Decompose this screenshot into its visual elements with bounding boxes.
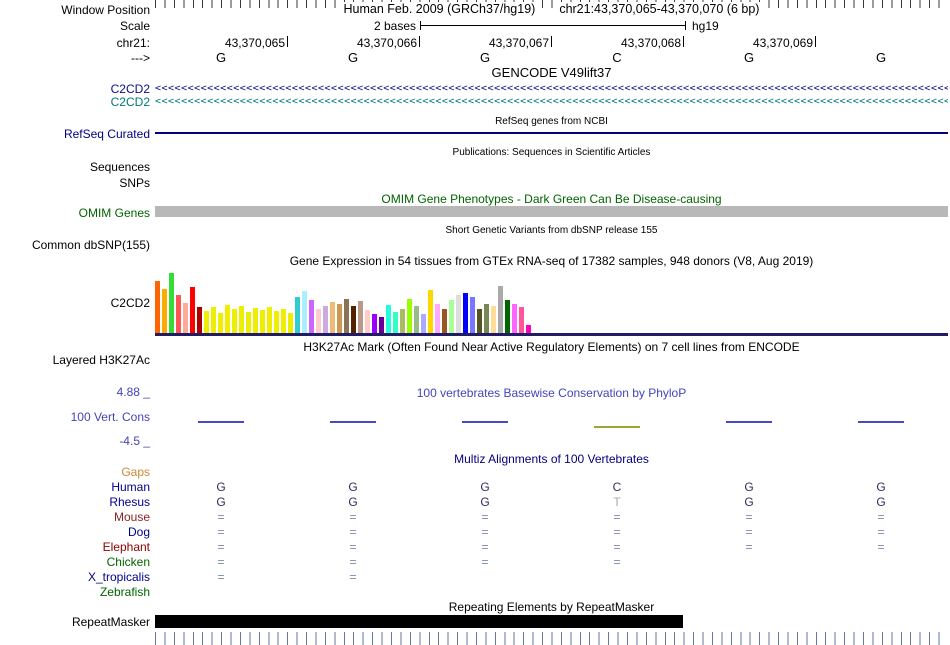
alignment-cell: =	[217, 555, 225, 569]
species-label-gaps[interactable]: Gaps	[121, 465, 150, 479]
alignment-cell: =	[877, 540, 885, 554]
alignment-cell: =	[613, 540, 621, 554]
alignment-cell: G	[480, 495, 490, 509]
alignment-cell: =	[481, 540, 489, 554]
species-label-zebrafish[interactable]: Zebrafish	[100, 585, 150, 599]
alignment-cell: G	[744, 495, 754, 509]
alignment-cell: =	[349, 555, 357, 569]
alignment-cell: G	[216, 495, 226, 509]
alignment-cell: =	[877, 525, 885, 539]
alignment-cell: =	[217, 540, 225, 554]
alignment-cell: G	[216, 480, 226, 494]
alignment-cell: =	[217, 510, 225, 524]
alignment-cell: =	[613, 555, 621, 569]
multiz-rows[interactable]: Gaps Human G G G C G G Rhesus G G G T G G Mouse = = = = = = Do…	[0, 0, 950, 645]
alignment-cell: =	[877, 510, 885, 524]
repeatmasker-element-bar[interactable]	[155, 615, 683, 628]
genome-browser-image: Human Feb. 2009 (GRCh37/hg19) chr21:43,3…	[0, 0, 950, 645]
alignment-cell: =	[217, 525, 225, 539]
alignment-cell: G	[876, 480, 886, 494]
alignment-cell: =	[349, 510, 357, 524]
alignment-cell: =	[745, 510, 753, 524]
alignment-cell: =	[349, 525, 357, 539]
alignment-cell: G	[744, 480, 754, 494]
repeatmasker-track-title[interactable]: Repeating Elements by RepeatMasker	[155, 600, 948, 614]
alignment-cell: =	[481, 555, 489, 569]
species-label-chicken[interactable]: Chicken	[107, 555, 150, 569]
alignment-cell: =	[613, 525, 621, 539]
bottom-position-ruler[interactable]	[155, 632, 948, 645]
species-label-mouse[interactable]: Mouse	[114, 510, 150, 524]
species-label-rhesus[interactable]: Rhesus	[109, 495, 150, 509]
alignment-cell: =	[745, 540, 753, 554]
alignment-cell: =	[745, 525, 753, 539]
species-label-human[interactable]: Human	[111, 480, 150, 494]
species-label-x_tropicalis[interactable]: X_tropicalis	[88, 570, 150, 584]
species-label-elephant[interactable]: Elephant	[103, 540, 150, 554]
species-label-dog[interactable]: Dog	[128, 525, 150, 539]
alignment-cell: =	[613, 510, 621, 524]
alignment-cell: G	[480, 480, 490, 494]
alignment-cell: =	[349, 540, 357, 554]
alignment-cell: G	[876, 495, 886, 509]
alignment-cell: T	[613, 495, 621, 509]
alignment-cell: G	[348, 495, 358, 509]
alignment-cell: =	[481, 525, 489, 539]
alignment-cell: C	[612, 480, 622, 494]
repeatmasker-track-label[interactable]: RepeatMasker	[72, 615, 150, 629]
alignment-cell: =	[481, 510, 489, 524]
alignment-cell: =	[349, 570, 357, 584]
alignment-cell: =	[217, 570, 225, 584]
alignment-cell: G	[348, 480, 358, 494]
